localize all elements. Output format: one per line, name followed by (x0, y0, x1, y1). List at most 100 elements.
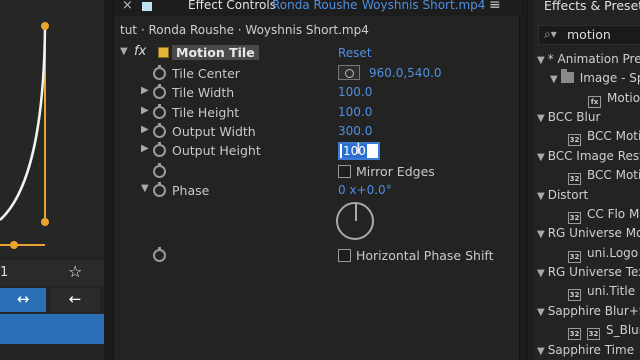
phase-dial[interactable] (336, 202, 374, 240)
panel-menu-icon[interactable]: ≡ (489, 0, 501, 13)
chevron-down-icon[interactable]: ▼ (537, 113, 545, 124)
chevron-right-icon[interactable]: ▶ (141, 105, 149, 116)
tree-effect[interactable]: 32 CC Flo Motion (568, 207, 640, 224)
tree-label: BCC Blur (547, 110, 601, 124)
tree-effect[interactable]: 32 uni.Title Motion (568, 284, 640, 301)
stopwatch-icon[interactable] (153, 247, 166, 262)
tree-label: BCC Motion Tile (587, 168, 640, 182)
property-label: Phase (172, 183, 210, 198)
effect-switch-icon[interactable] (158, 47, 169, 58)
chevron-down-icon[interactable]: ▼ (537, 152, 545, 163)
output-width-value[interactable]: 300.0 (338, 124, 372, 138)
property-tile-height: ▶ Tile Height 100.0 (114, 104, 521, 123)
stopwatch-icon[interactable] (153, 84, 166, 99)
tree-category[interactable]: ▼Sapphire Blur+Sharpen (537, 304, 640, 318)
tile-center-value[interactable]: 960.0,540.0 (369, 66, 442, 80)
phase-value[interactable]: 0 x+0.0° (338, 183, 392, 197)
tree-label: Sapphire Time (547, 343, 635, 357)
chevron-right-icon[interactable]: ▶ (141, 85, 149, 96)
tree-effect[interactable]: 32 BCC Motion Blur (568, 129, 640, 146)
comp-name[interactable]: Woyshnis Short.mp4 (362, 0, 485, 12)
chevron-down-icon[interactable]: ▼ (550, 74, 558, 85)
property-label: Tile Height (172, 105, 240, 120)
tile-height-value[interactable]: 100.0 (338, 105, 372, 119)
horizontal-phase-shift-label[interactable]: Horizontal Phase Shift (356, 248, 494, 263)
fx-toggle[interactable]: fx (134, 44, 146, 59)
search-input[interactable] (567, 27, 640, 42)
tree-category[interactable]: ▼ Sapphire Time (537, 343, 634, 357)
speed-graph[interactable] (0, 0, 104, 256)
tree-label: Distort (547, 188, 589, 202)
chevron-down-icon[interactable]: ▼ (537, 268, 545, 279)
tree-category[interactable]: ▼ BCC Blur (537, 110, 600, 124)
chevron-down-icon[interactable]: ▼ (537, 55, 545, 66)
panel-title[interactable]: Effect Controls (188, 0, 276, 12)
chevron-down-icon[interactable]: ▼ (537, 229, 545, 240)
tree-category[interactable]: ▼* Animation Presets (537, 52, 640, 66)
speed-curve (0, 25, 47, 221)
chevron-down-icon[interactable]: ▼ (537, 307, 545, 318)
property-tile-width: ▶ Tile Width 100.0 (114, 84, 521, 103)
tree-label: uni.Logo Motion (587, 246, 640, 260)
layer-name[interactable]: Ronda Roushe (272, 0, 358, 12)
breadcrumb: tut · Ronda Roushe · Woyshnis Short.mp4 (120, 23, 369, 37)
effect-icon: 32 (568, 134, 581, 146)
graph-curve-svg (0, 22, 49, 249)
stopwatch-icon[interactable] (153, 65, 166, 80)
arrow-left-icon[interactable]: ← (50, 288, 100, 312)
chevron-down-icon[interactable]: ▼ (141, 183, 149, 194)
tree-category[interactable]: ▼BCC Image Restoration (537, 149, 640, 163)
effect-row-motion-tile[interactable]: ▼ fx Motion Tile Reset (114, 44, 521, 64)
tree-effect[interactable]: fx Motion Tile (588, 91, 640, 108)
stopwatch-icon[interactable] (153, 142, 166, 157)
property-tile-center: Tile Center 960.0,540.0 (114, 65, 521, 84)
graph-editor-panel: 1 ☆ ↔ ← (0, 0, 104, 360)
property-horizontal-phase-shift: Horizontal Phase Shift (114, 247, 521, 266)
property-mirror-edges: Mirror Edges (114, 163, 521, 182)
tree-effect[interactable]: 32 uni.Logo Motion (568, 246, 640, 263)
close-icon[interactable]: × (122, 0, 133, 13)
keyframe-handle-bottom[interactable] (41, 218, 49, 226)
chevron-down-icon[interactable]: ▼ (537, 191, 545, 202)
double-arrow-icon[interactable]: ↔ (0, 288, 46, 312)
chevron-down-icon[interactable]: ▼ (120, 46, 128, 57)
tree-category[interactable]: ▼RG Universe Motion (537, 226, 640, 240)
tree-effect[interactable]: 32 32 S_BlurMotion (568, 323, 640, 340)
mirror-edges-checkbox[interactable] (338, 165, 351, 178)
crosshair-icon[interactable] (338, 65, 360, 80)
tree-label: BCC Motion Blur (587, 129, 640, 143)
stopwatch-icon[interactable] (153, 104, 166, 119)
keyframe-handle-top[interactable] (41, 22, 49, 30)
text-cursor-icon: I (356, 139, 361, 158)
star-icon[interactable]: ☆ (68, 262, 82, 281)
tree-label: uni.Title Motion (587, 284, 640, 298)
property-output-height: ▶ Output Height 100 I (114, 139, 521, 161)
tile-width-value[interactable]: 100.0 (338, 85, 372, 99)
chevron-right-icon[interactable]: ▶ (141, 124, 149, 135)
horizontal-phase-shift-checkbox[interactable] (338, 249, 351, 262)
stopwatch-icon[interactable] (153, 182, 166, 197)
stopwatch-icon[interactable] (153, 163, 166, 178)
output-height-selected-text: 100 (342, 144, 367, 158)
panel-scrollbar[interactable] (528, 0, 533, 360)
mirror-edges-label[interactable]: Mirror Edges (356, 164, 435, 179)
effect-controls-panel: × Effect Controls Ronda Roushe Woyshnis … (113, 0, 521, 360)
tree-category[interactable]: ▼ RG Universe Text (537, 265, 640, 279)
selected-bar[interactable] (0, 314, 104, 344)
tree-folder[interactable]: ▼ Image - Special Effects (550, 69, 640, 85)
keyframe-handle-left[interactable] (10, 241, 18, 249)
preset-icon: fx (588, 96, 601, 108)
tree-label: Motion Tile (607, 91, 640, 105)
tree-effect[interactable]: 32 BCC Motion Tile (568, 168, 640, 185)
property-label: Output Height (172, 143, 261, 158)
property-label: Tile Width (172, 85, 235, 100)
reset-button[interactable]: Reset (338, 46, 372, 60)
tree-category[interactable]: ▼ Distort (537, 188, 588, 202)
effect-name[interactable]: Motion Tile (172, 45, 259, 60)
search-box: ⌕▾ (538, 25, 640, 45)
stopwatch-icon[interactable] (153, 123, 166, 138)
chevron-right-icon[interactable]: ▶ (141, 143, 149, 154)
tree-label: Image - Special Effects (579, 71, 640, 85)
chevron-down-icon[interactable]: ▼ (537, 346, 545, 357)
panel-title[interactable]: Effects & Presets (544, 0, 640, 13)
